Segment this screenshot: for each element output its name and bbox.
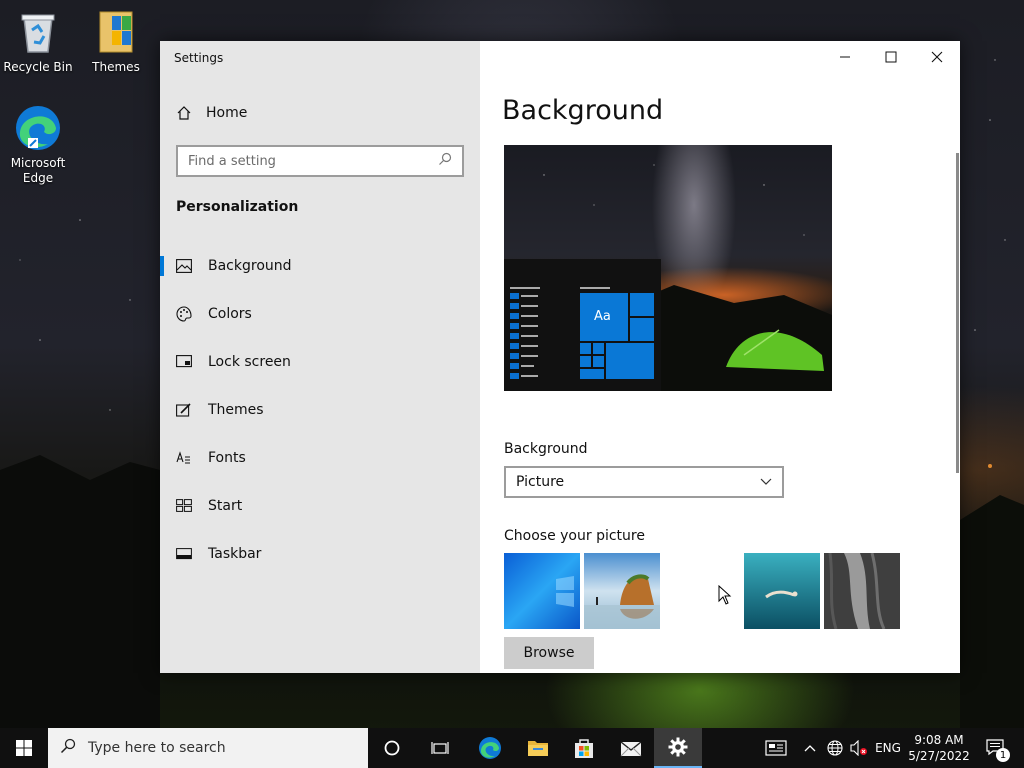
home-label: Home [206,105,248,121]
file-explorer-button[interactable] [514,728,562,768]
taskbar-settings-button[interactable] [654,728,702,768]
nav-item-label: Fonts [208,450,246,466]
notification-count-badge: 1 [996,748,1010,762]
page-title: Background [502,95,664,126]
nav-item-themes[interactable]: Themes [160,390,480,430]
background-label: Background [504,441,588,457]
fonts-icon [176,450,192,466]
clock-time: 9:08 AM [914,733,964,747]
store-button[interactable] [560,728,608,768]
task-view-icon [431,742,449,754]
preview-tile-text: Aa [594,309,611,324]
nav-item-label: Taskbar [208,546,262,562]
search-placeholder: Find a setting [188,153,276,169]
picture-thumbnail-beach[interactable] [584,553,660,629]
show-hidden-icons-button[interactable] [800,728,820,768]
browse-button[interactable]: Browse [504,637,594,669]
search-icon [60,738,76,758]
edge-icon [14,104,62,152]
nav-item-label: Background [208,258,292,274]
lock-screen-icon [176,354,192,370]
nav-item-label: Start [208,498,243,514]
cortana-icon [384,740,400,756]
minimize-button[interactable] [822,41,868,73]
picture-thumbnail-rock[interactable] [824,552,900,630]
chevron-down-icon [760,474,772,490]
volume-muted-icon [850,740,867,756]
background-type-select[interactable]: Picture [504,466,784,498]
picture-thumbnail-windows[interactable] [504,553,580,629]
search-icon [438,152,452,170]
preview-tiles: Aa [580,293,654,379]
start-button[interactable] [0,728,48,768]
network-button[interactable] [824,728,846,768]
nav-item-label: Themes [208,402,264,418]
nav-item-colors[interactable]: Colors [160,294,480,334]
gear-icon [668,737,688,757]
taskbar-search-box[interactable]: Type here to search [48,728,368,768]
mouse-cursor-icon [718,585,732,605]
settings-window: Settings Home Find a setting Personaliza… [160,41,960,673]
desktop-icon-label: Recycle Bin [3,60,73,74]
mail-button[interactable] [607,728,655,768]
recycle-bin-icon [14,8,62,56]
chevron-up-icon [804,745,816,752]
window-title: Settings [174,51,224,65]
find-setting-input[interactable]: Find a setting [176,145,464,177]
store-icon [575,739,593,758]
section-title: Personalization [176,199,299,215]
nav-item-start[interactable]: Start [160,486,480,526]
nav-item-label: Colors [208,306,252,322]
choose-picture-label: Choose your picture [504,528,645,544]
start-icon [176,498,192,514]
taskbar: Type here to search ENG 9:08 AM 5/27/202… [0,728,1024,768]
taskbar-edge-button[interactable] [466,728,514,768]
edge-icon [479,737,501,759]
close-button[interactable] [914,41,960,73]
nav-item-taskbar[interactable]: Taskbar [160,534,480,574]
nav-item-lock-screen[interactable]: Lock screen [160,342,480,382]
picture-icon [176,258,192,274]
clock-date: 5/27/2022 [908,749,970,763]
maximize-button[interactable] [868,41,914,73]
nav-item-label: Lock screen [208,354,291,370]
mail-icon [620,741,642,757]
background-type-value: Picture [516,474,565,490]
news-button[interactable] [760,728,792,768]
input-language-button[interactable]: ENG [872,728,904,768]
cortana-button[interactable] [368,728,416,768]
clock-button[interactable]: 9:08 AM 5/27/2022 [906,728,972,768]
folder-themes-icon [92,8,140,56]
vertical-scrollbar[interactable] [956,153,959,473]
taskbar-search-placeholder: Type here to search [88,740,226,756]
desktop-icon-edge[interactable]: Microsoft Edge [0,104,76,186]
desktop-icon-label: Themes [92,60,140,74]
home-icon [176,105,192,121]
settings-sidebar: Settings Home Find a setting Personaliza… [160,41,480,673]
windows-logo-icon [16,740,32,756]
picture-thumbnail-underwater[interactable] [744,553,820,629]
palette-icon [176,306,192,322]
taskbar-icon [176,546,192,562]
brush-icon [176,402,192,418]
home-link[interactable]: Home [176,105,247,121]
background-preview: Aa [504,145,832,391]
globe-icon [827,740,843,756]
action-center-button[interactable]: 1 [976,728,1016,768]
task-view-button[interactable] [416,728,464,768]
desktop-icon-themes[interactable]: Themes [78,8,154,75]
desktop-icon-recycle-bin[interactable]: Recycle Bin [0,8,76,75]
news-icon [765,740,787,756]
volume-button[interactable] [848,728,870,768]
nav-item-background[interactable]: Background [160,246,480,286]
nav-item-fonts[interactable]: Fonts [160,438,480,478]
folder-icon [528,741,548,756]
desktop-icon-label: Microsoft Edge [10,156,66,185]
